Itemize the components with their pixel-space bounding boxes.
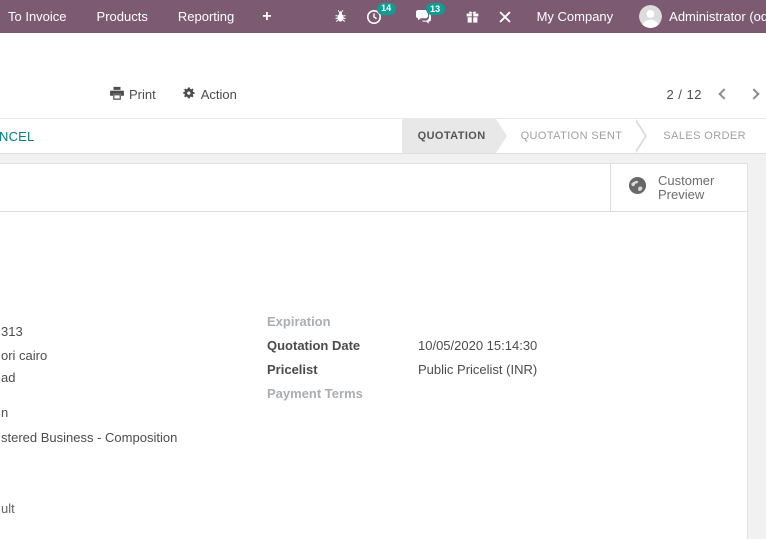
- chevron-left-icon[interactable]: [718, 88, 729, 99]
- user-menu[interactable]: Administrator (odoo14_: [669, 9, 766, 24]
- bug-icon[interactable]: [333, 9, 348, 24]
- customer-preview-button[interactable]: Customer Preview: [610, 164, 747, 212]
- address-line: 313: [1, 324, 23, 339]
- step-arrow: [496, 119, 507, 153]
- avatar-icon[interactable]: [639, 5, 662, 28]
- activity-count-badge: 14: [377, 3, 396, 15]
- control-panel: Print Action 2 / 12: [0, 78, 766, 110]
- print-button-label: Print: [129, 87, 156, 102]
- step-quotation-sent[interactable]: QUOTATION SENT: [507, 119, 637, 153]
- pager-value: 2 / 12: [666, 87, 702, 102]
- printer-icon: [110, 86, 124, 103]
- systray: 14 13: [324, 5, 766, 28]
- step-separator-icon: [636, 119, 649, 153]
- field-value-quotation-date[interactable]: 10/05/2020 15:14:30: [418, 338, 537, 353]
- field-value-pricelist[interactable]: Public Pricelist (INR): [418, 362, 537, 377]
- cancel-button[interactable]: NCEL: [0, 129, 34, 144]
- print-button[interactable]: Print: [110, 86, 156, 103]
- sheet-header-row: Customer Preview: [0, 164, 747, 212]
- content-background: Customer Preview 313 ori cairo ad n ster…: [0, 154, 766, 539]
- chevron-right-icon[interactable]: [748, 88, 759, 99]
- field-label-payment-terms: Payment Terms: [267, 386, 412, 401]
- gear-icon: [182, 86, 196, 103]
- action-button-label: Action: [201, 87, 237, 102]
- globe-icon: [628, 176, 647, 200]
- customer-preview-label: Customer Preview: [658, 174, 724, 203]
- control-panel-buttons: Print Action: [110, 86, 237, 103]
- form-sheet: Customer Preview 313 ori cairo ad n ster…: [0, 163, 748, 539]
- odoo-app-window: To Invoice Products Reporting +: [0, 0, 766, 539]
- plus-icon[interactable]: +: [254, 0, 279, 33]
- top-navbar: To Invoice Products Reporting +: [0, 0, 766, 33]
- navbar-menu: To Invoice Products Reporting +: [0, 0, 280, 33]
- pager: 2 / 12: [666, 87, 758, 102]
- company-switcher[interactable]: My Company: [537, 9, 614, 24]
- step-sales-order[interactable]: SALES ORDER: [649, 119, 760, 153]
- address-line: stered Business - Composition: [1, 430, 177, 445]
- step-quotation[interactable]: QUOTATION: [402, 119, 496, 153]
- address-line: n: [1, 405, 8, 420]
- menu-reporting[interactable]: Reporting: [168, 0, 244, 33]
- menu-to-invoice[interactable]: To Invoice: [0, 0, 77, 33]
- field-label-pricelist: Pricelist: [267, 362, 412, 377]
- action-button[interactable]: Action: [182, 86, 237, 103]
- message-count-badge: 13: [426, 3, 445, 15]
- address-line: ult: [1, 501, 15, 516]
- field-label-expiration: Expiration: [267, 314, 412, 329]
- statusbar-steps: QUOTATION QUOTATION SENT SALES ORDER: [402, 119, 766, 153]
- address-line: ad: [1, 370, 15, 385]
- gift-icon[interactable]: [465, 9, 480, 24]
- statusbar: NCEL QUOTATION QUOTATION SENT SALES ORDE…: [0, 118, 766, 154]
- address-line: ori cairo: [1, 348, 47, 363]
- menu-products[interactable]: Products: [87, 0, 158, 33]
- activity-clock-icon[interactable]: 14: [366, 9, 382, 25]
- tools-icon[interactable]: [498, 10, 512, 24]
- messages-chat-icon[interactable]: 13: [415, 9, 432, 24]
- field-label-quotation-date: Quotation Date: [267, 338, 412, 353]
